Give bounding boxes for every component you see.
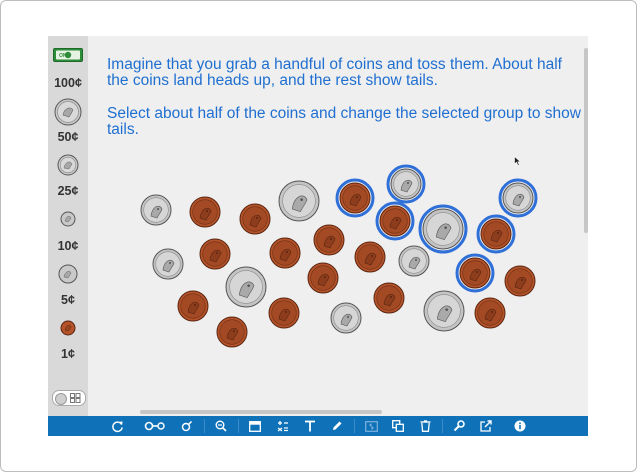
dollar-bill-icon: ONE <box>53 48 83 62</box>
zoom-out-icon <box>215 420 227 432</box>
bottom-toolbar <box>48 416 588 436</box>
quarter-coin[interactable] <box>394 241 434 281</box>
nickel-icon <box>58 264 78 284</box>
pen-button[interactable] <box>329 416 345 436</box>
toolbar-divider <box>442 419 443 433</box>
flip-button[interactable] <box>363 416 379 436</box>
toolbar-divider <box>204 419 205 433</box>
toolbar-divider <box>238 419 239 433</box>
link-button[interactable] <box>143 416 167 436</box>
penny-coin[interactable] <box>335 178 375 218</box>
text-icon <box>305 420 315 432</box>
pen-icon <box>333 421 342 430</box>
share-icon <box>480 420 492 432</box>
coin-palette: ONE 100¢ 50¢ 25¢ 10¢ 5¢ 1¢ <box>48 36 88 416</box>
instruction-line-1: Imagine that you grab a handful of coins… <box>107 56 562 89</box>
gender-button[interactable] <box>179 416 195 436</box>
penny-coin[interactable] <box>264 293 304 333</box>
nickel-value-label: 5¢ <box>61 293 75 307</box>
clone-button[interactable] <box>390 416 406 436</box>
horizontal-scrollbar[interactable] <box>140 410 382 414</box>
penny-value-label: 1¢ <box>61 347 75 361</box>
penny-icon <box>60 320 76 336</box>
penny-coin[interactable] <box>350 237 390 277</box>
dollar-bill-text: ONE <box>59 53 71 59</box>
dime-icon <box>60 211 76 227</box>
info-icon <box>514 420 526 432</box>
instruction-line-2: Select about half of the coins and chang… <box>107 105 581 138</box>
mouse-cursor-icon <box>514 156 522 166</box>
trash-button[interactable] <box>417 416 433 436</box>
vertical-scrollbar[interactable] <box>584 48 588 233</box>
flip-icon <box>364 420 378 432</box>
clone-icon <box>392 420 404 432</box>
quarter-coin[interactable] <box>498 178 538 218</box>
penny-coin[interactable] <box>303 258 343 298</box>
instructions: Imagine that you grab a handful of coins… <box>107 57 582 155</box>
half-dollar-value-label: 50¢ <box>57 130 79 144</box>
refresh-button[interactable] <box>108 416 126 436</box>
half-dollar-icon <box>54 98 82 126</box>
penny-coin[interactable] <box>476 214 516 254</box>
toolbar-divider <box>354 419 355 433</box>
tables-icon <box>249 420 261 432</box>
half-dollar-item[interactable] <box>48 98 88 131</box>
penny-coin[interactable] <box>470 293 510 333</box>
zoom-out-button[interactable] <box>213 416 229 436</box>
nickel-item[interactable] <box>48 264 88 289</box>
dime-item[interactable] <box>48 211 88 232</box>
wrench-button[interactable] <box>451 416 467 436</box>
share-button[interactable] <box>478 416 494 436</box>
gender-icon <box>181 420 193 432</box>
quarter-value-label: 25¢ <box>57 184 79 198</box>
link-icon <box>144 421 165 431</box>
quarter-item[interactable] <box>48 154 88 181</box>
toggle-knob <box>55 393 67 405</box>
dollar-value-label: 100¢ <box>54 76 82 90</box>
penny-coin[interactable] <box>212 312 252 352</box>
wrench-icon <box>453 420 465 432</box>
calculator-icon <box>277 421 288 432</box>
quarter-coin[interactable] <box>148 244 188 284</box>
text-button[interactable] <box>302 416 318 436</box>
half-dollar-coin[interactable] <box>274 176 324 226</box>
dime-value-label: 10¢ <box>57 239 79 253</box>
trash-icon <box>420 420 430 432</box>
penny-coin[interactable] <box>265 233 305 273</box>
quarter-coin[interactable] <box>136 190 176 230</box>
penny-coin[interactable] <box>375 201 415 241</box>
view-mode-toggle[interactable] <box>52 390 86 406</box>
quarter-icon <box>57 154 79 176</box>
tables-button[interactable] <box>247 416 263 436</box>
penny-coin[interactable] <box>309 220 349 260</box>
grid-icon <box>70 393 81 403</box>
refresh-icon <box>111 420 123 432</box>
quarter-coin[interactable] <box>326 298 366 338</box>
penny-coin[interactable] <box>173 286 213 326</box>
quarter-coin[interactable] <box>386 164 426 204</box>
penny-coin[interactable] <box>185 192 225 232</box>
dollar-bill-item[interactable]: ONE <box>48 48 88 67</box>
calculator-button[interactable] <box>275 416 291 436</box>
info-button[interactable] <box>512 416 528 436</box>
penny-item[interactable] <box>48 320 88 341</box>
penny-coin[interactable] <box>369 278 409 318</box>
half-dollar-coin[interactable] <box>419 286 469 336</box>
